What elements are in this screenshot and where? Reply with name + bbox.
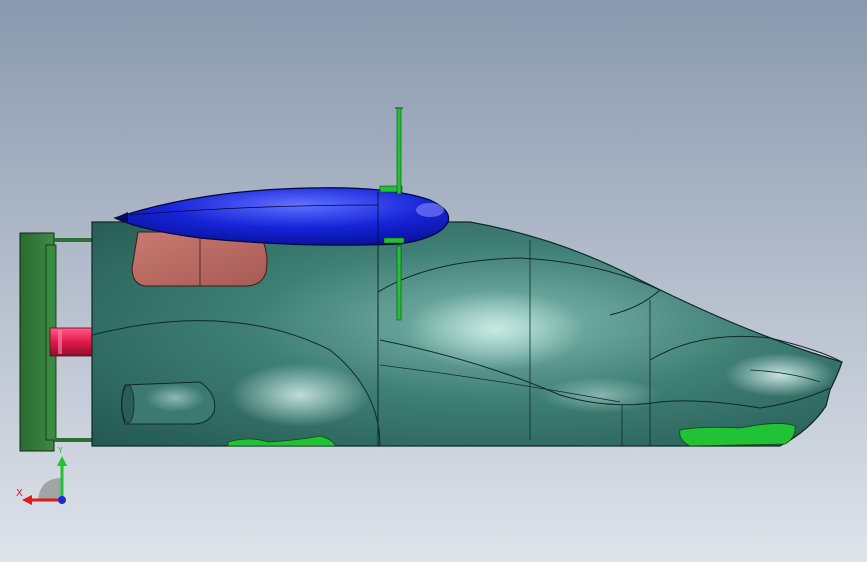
triad-plane-icon: [38, 478, 62, 500]
y-axis-label: Y: [58, 446, 63, 455]
graphics-viewport[interactable]: X Y: [0, 0, 867, 562]
z-axis-icon: [58, 496, 66, 504]
exhaust-pipe[interactable]: [49, 327, 95, 357]
side-intake[interactable]: [121, 381, 216, 425]
x-axis-label: X: [16, 488, 23, 499]
coordinate-triad: [22, 456, 67, 505]
model-scene[interactable]: [0, 0, 867, 562]
